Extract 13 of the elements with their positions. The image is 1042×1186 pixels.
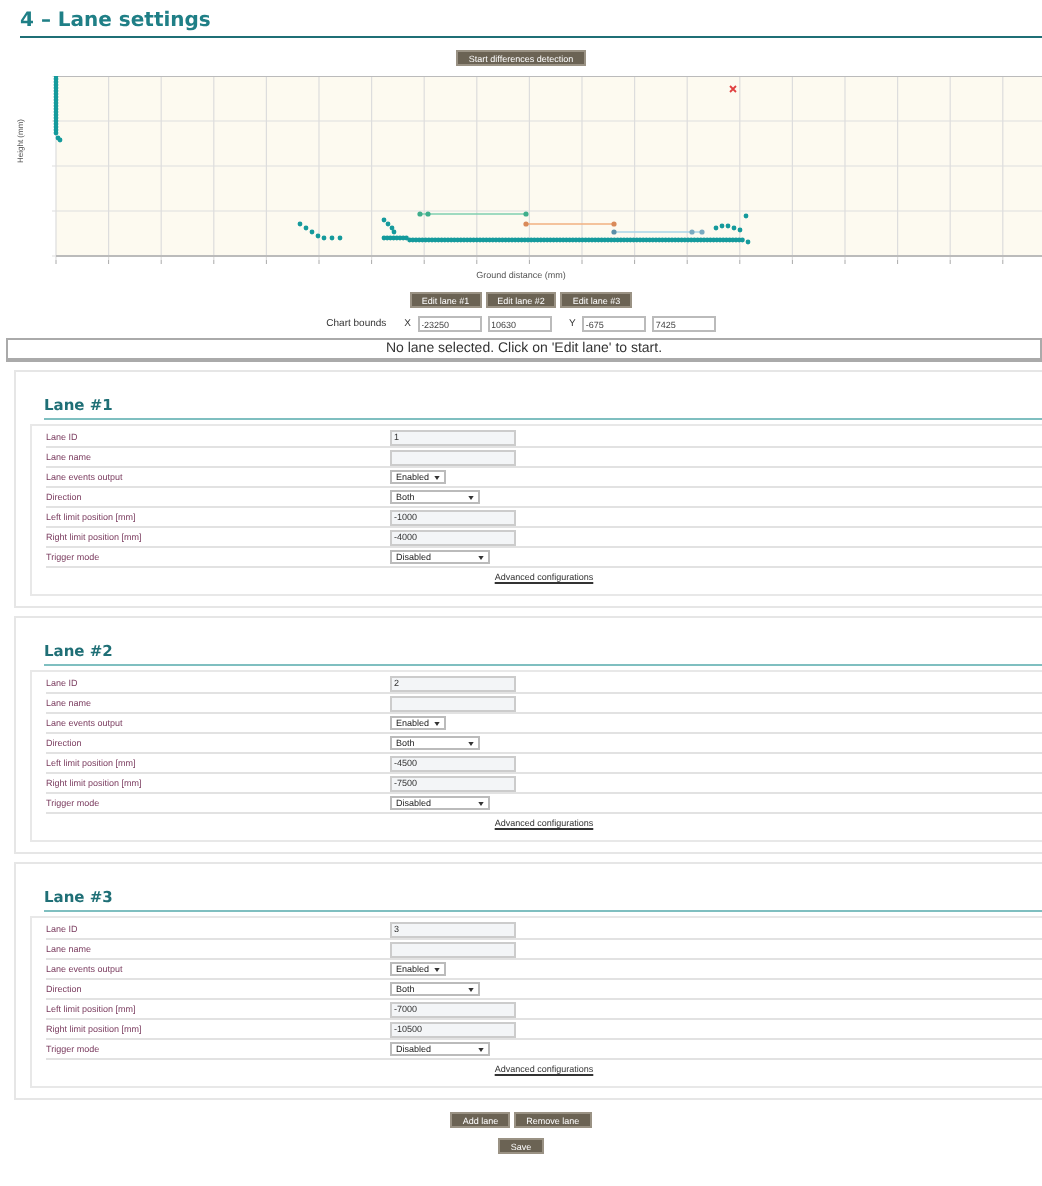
text-field[interactable]	[390, 695, 516, 711]
caret-icon	[468, 741, 474, 745]
caret-icon	[434, 721, 440, 725]
caret-icon	[478, 801, 484, 805]
caret-icon	[468, 495, 474, 499]
caret-icon	[434, 475, 440, 479]
section-title: 4 – Lane settings	[20, 10, 213, 36]
caret-icon	[478, 555, 484, 559]
text-field[interactable]	[390, 449, 516, 465]
caret-icon	[468, 987, 474, 991]
caret-icon	[478, 1047, 484, 1051]
caret-icon	[434, 967, 440, 971]
text-field[interactable]	[390, 941, 516, 957]
